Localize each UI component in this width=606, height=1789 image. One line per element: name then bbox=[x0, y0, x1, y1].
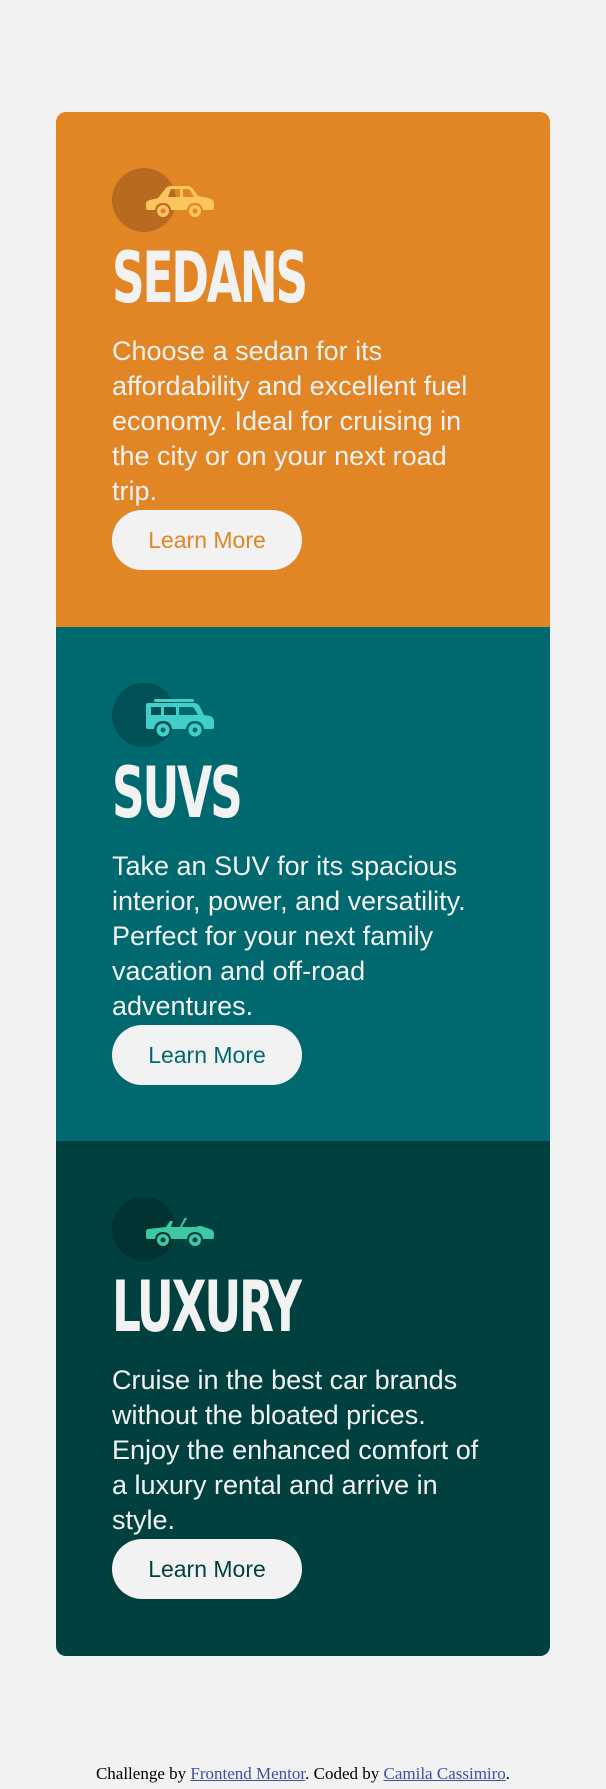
author-link[interactable]: Camila Cassimiro bbox=[384, 1764, 506, 1783]
card-title: SUVS bbox=[112, 751, 243, 834]
card-description: Choose a sedan for its affordability and… bbox=[112, 336, 468, 506]
luxury-card: LUXURY Cruise in the best car brands wit… bbox=[56, 1141, 550, 1656]
luxury-car-svg bbox=[146, 1217, 214, 1247]
attribution-middle: . Coded by bbox=[305, 1764, 384, 1783]
learn-more-button[interactable]: Learn More bbox=[112, 510, 302, 570]
card-title: LUXURY bbox=[112, 1266, 302, 1349]
card-description: Cruise in the best car brands without th… bbox=[112, 1365, 479, 1536]
learn-more-button[interactable]: Learn More bbox=[112, 1024, 302, 1085]
attribution-prefix: Challenge by bbox=[95, 1764, 191, 1783]
sedan-car-svg bbox=[146, 186, 214, 217]
sedans-card: SEDANS Choose a sedan for its affordabil… bbox=[56, 112, 550, 627]
suv-car-svg bbox=[146, 698, 214, 737]
attribution-footer: Challenge by Frontend Mentor. Coded by C… bbox=[0, 1764, 606, 1784]
learn-more-button[interactable]: Learn More bbox=[112, 1539, 302, 1600]
luxury-car-icon bbox=[112, 1197, 222, 1263]
card-description: Take an SUV for its spacious interior, p… bbox=[112, 850, 466, 1021]
card-title: SEDANS bbox=[112, 237, 308, 319]
frontend-mentor-link[interactable]: Frontend Mentor bbox=[190, 1764, 305, 1783]
suv-car-icon bbox=[112, 682, 222, 749]
car-cards-container: SEDANS Choose a sedan for its affordabil… bbox=[56, 112, 550, 1656]
attribution-suffix: . bbox=[505, 1764, 511, 1783]
sedan-car-icon bbox=[112, 168, 222, 234]
suvs-card: SUVS Take an SUV for its spacious interi… bbox=[56, 626, 550, 1142]
